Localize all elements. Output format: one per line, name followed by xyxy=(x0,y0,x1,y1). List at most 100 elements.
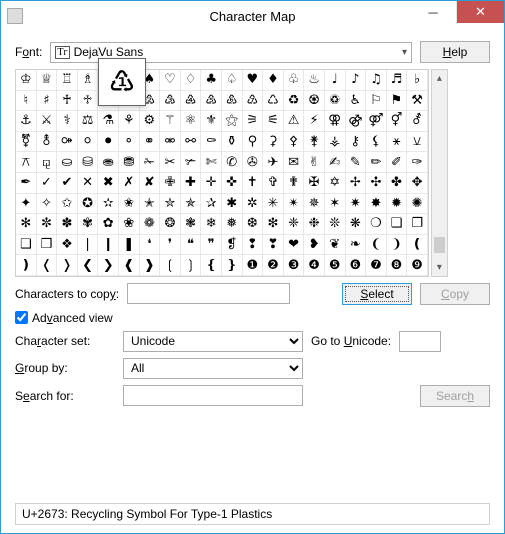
char-cell[interactable]: ⚦ xyxy=(407,111,428,132)
char-cell[interactable]: ❜ xyxy=(160,235,181,256)
char-cell[interactable]: ❷ xyxy=(263,255,284,276)
char-cell[interactable]: ♼ xyxy=(304,91,325,112)
char-cell[interactable]: ✩ xyxy=(57,194,78,215)
char-cell[interactable]: ⚓ xyxy=(16,111,37,132)
char-cell[interactable]: ❀ xyxy=(119,214,140,235)
char-cell[interactable]: ❻ xyxy=(346,255,367,276)
help-button[interactable]: Help xyxy=(420,41,490,63)
char-cell[interactable]: ✸ xyxy=(366,194,387,215)
char-cell[interactable]: ✮ xyxy=(160,194,181,215)
char-cell[interactable]: ♬ xyxy=(387,70,408,91)
char-cell[interactable]: ✘ xyxy=(140,173,161,194)
char-cell[interactable]: ⚛ xyxy=(181,111,202,132)
char-cell[interactable]: ♯ xyxy=(37,91,58,112)
char-cell[interactable]: ✬ xyxy=(119,194,140,215)
char-cell[interactable]: ♕ xyxy=(37,70,58,91)
char-cell[interactable]: ✭ xyxy=(140,194,161,215)
select-button[interactable]: Select xyxy=(342,283,412,305)
char-cell[interactable]: ❙ xyxy=(98,235,119,256)
char-cell[interactable]: ♩ xyxy=(325,70,346,91)
char-cell[interactable]: ♢ xyxy=(181,70,202,91)
char-cell[interactable]: ⛃ xyxy=(119,152,140,173)
char-cell[interactable]: ✲ xyxy=(243,194,264,215)
char-cell[interactable]: ❮ xyxy=(78,255,99,276)
character-grid[interactable]: ♔♕♖♗♘♙♠♡♢♣♤♥♦♧♨♩♪♫♬♭♮♯♰♱♲♳♴♵♶♷♸♹♺♻♼♽♿⚐⚑⚒… xyxy=(15,69,429,277)
char-cell[interactable]: ✏ xyxy=(366,152,387,173)
char-cell[interactable]: ⚝ xyxy=(222,111,243,132)
advanced-view-checkbox[interactable] xyxy=(15,311,28,324)
char-cell[interactable]: ⚥ xyxy=(387,111,408,132)
char-cell[interactable]: ⚲ xyxy=(243,132,264,153)
char-cell[interactable]: ♔ xyxy=(16,70,37,91)
char-cell[interactable]: ⚧ xyxy=(16,132,37,153)
char-cell[interactable]: ♮ xyxy=(16,91,37,112)
char-cell[interactable]: ❪ xyxy=(407,235,428,256)
char-cell[interactable]: ♥ xyxy=(243,70,264,91)
char-cell[interactable]: ♰ xyxy=(57,91,78,112)
char-cell[interactable]: ❬ xyxy=(37,255,58,276)
char-cell[interactable]: ♿ xyxy=(346,91,367,112)
char-cell[interactable]: ♣ xyxy=(201,70,222,91)
char-cell[interactable]: ❅ xyxy=(222,214,243,235)
char-cell[interactable]: ❰ xyxy=(119,255,140,276)
char-cell[interactable]: ❒ xyxy=(37,235,58,256)
char-cell[interactable]: ❆ xyxy=(243,214,264,235)
char-cell[interactable]: ✷ xyxy=(346,194,367,215)
char-cell[interactable]: ❶ xyxy=(243,255,264,276)
scroll-track[interactable] xyxy=(432,87,447,259)
char-cell[interactable]: ✟ xyxy=(284,173,305,194)
char-cell[interactable]: ⚭ xyxy=(140,132,161,153)
char-cell[interactable]: ♺ xyxy=(263,91,284,112)
char-cell[interactable]: ⚫ xyxy=(98,132,119,153)
char-cell[interactable]: ✆ xyxy=(222,152,243,173)
char-cell[interactable]: ✒ xyxy=(16,173,37,194)
char-cell[interactable]: ❖ xyxy=(57,235,78,256)
char-cell[interactable]: ✶ xyxy=(325,194,346,215)
char-cell[interactable]: ⚸ xyxy=(366,132,387,153)
char-cell[interactable]: ✍ xyxy=(325,152,346,173)
char-cell[interactable]: ❣ xyxy=(263,235,284,256)
char-cell[interactable]: ⚰ xyxy=(201,132,222,153)
scroll-down-icon[interactable]: ▾ xyxy=(432,259,447,276)
char-cell[interactable]: ⚤ xyxy=(366,111,387,132)
char-cell[interactable]: ❑ xyxy=(16,235,37,256)
char-cell[interactable]: ⚮ xyxy=(160,132,181,153)
search-button[interactable]: Search xyxy=(420,385,490,407)
char-cell[interactable]: ⚩ xyxy=(57,132,78,153)
char-cell[interactable]: ❨ xyxy=(366,235,387,256)
char-cell[interactable]: ⚔ xyxy=(37,111,58,132)
char-cell[interactable]: ♱ xyxy=(78,91,99,112)
char-cell[interactable]: ✌ xyxy=(304,152,325,173)
char-cell[interactable]: ⚜ xyxy=(201,111,222,132)
char-cell[interactable]: ⚗ xyxy=(98,111,119,132)
char-cell[interactable]: ✞ xyxy=(263,173,284,194)
char-cell[interactable]: ❫ xyxy=(16,255,37,276)
char-cell[interactable]: ♵ xyxy=(160,91,181,112)
char-cell[interactable]: ✪ xyxy=(78,194,99,215)
char-cell[interactable]: ✝ xyxy=(243,173,264,194)
char-cell[interactable]: ✰ xyxy=(201,194,222,215)
char-cell[interactable]: ❥ xyxy=(304,235,325,256)
char-cell[interactable]: ✦ xyxy=(16,194,37,215)
char-cell[interactable]: ✣ xyxy=(366,173,387,194)
char-cell[interactable]: ♶ xyxy=(181,91,202,112)
char-cell[interactable]: ✕ xyxy=(78,173,99,194)
char-cell[interactable]: ⚑ xyxy=(387,91,408,112)
advanced-view-label[interactable]: Advanced view xyxy=(32,311,113,325)
char-cell[interactable]: ⚼ xyxy=(37,152,58,173)
char-cell[interactable]: ✯ xyxy=(181,194,202,215)
char-cell[interactable]: ♷ xyxy=(201,91,222,112)
char-cell[interactable]: ❱ xyxy=(140,255,161,276)
char-cell[interactable]: ✉ xyxy=(284,152,305,173)
char-cell[interactable]: ✿ xyxy=(98,214,119,235)
char-cell[interactable]: ♹ xyxy=(243,91,264,112)
char-cell[interactable]: ❲ xyxy=(160,255,181,276)
char-cell[interactable]: ✂ xyxy=(160,152,181,173)
char-cell[interactable]: ❊ xyxy=(325,214,346,235)
char-cell[interactable]: ✄ xyxy=(201,152,222,173)
char-cell[interactable]: ✁ xyxy=(140,152,161,173)
char-cell[interactable]: ⚕ xyxy=(57,111,78,132)
char-cell[interactable]: ✼ xyxy=(37,214,58,235)
char-cell[interactable]: ✜ xyxy=(222,173,243,194)
char-cell[interactable]: ❩ xyxy=(387,235,408,256)
